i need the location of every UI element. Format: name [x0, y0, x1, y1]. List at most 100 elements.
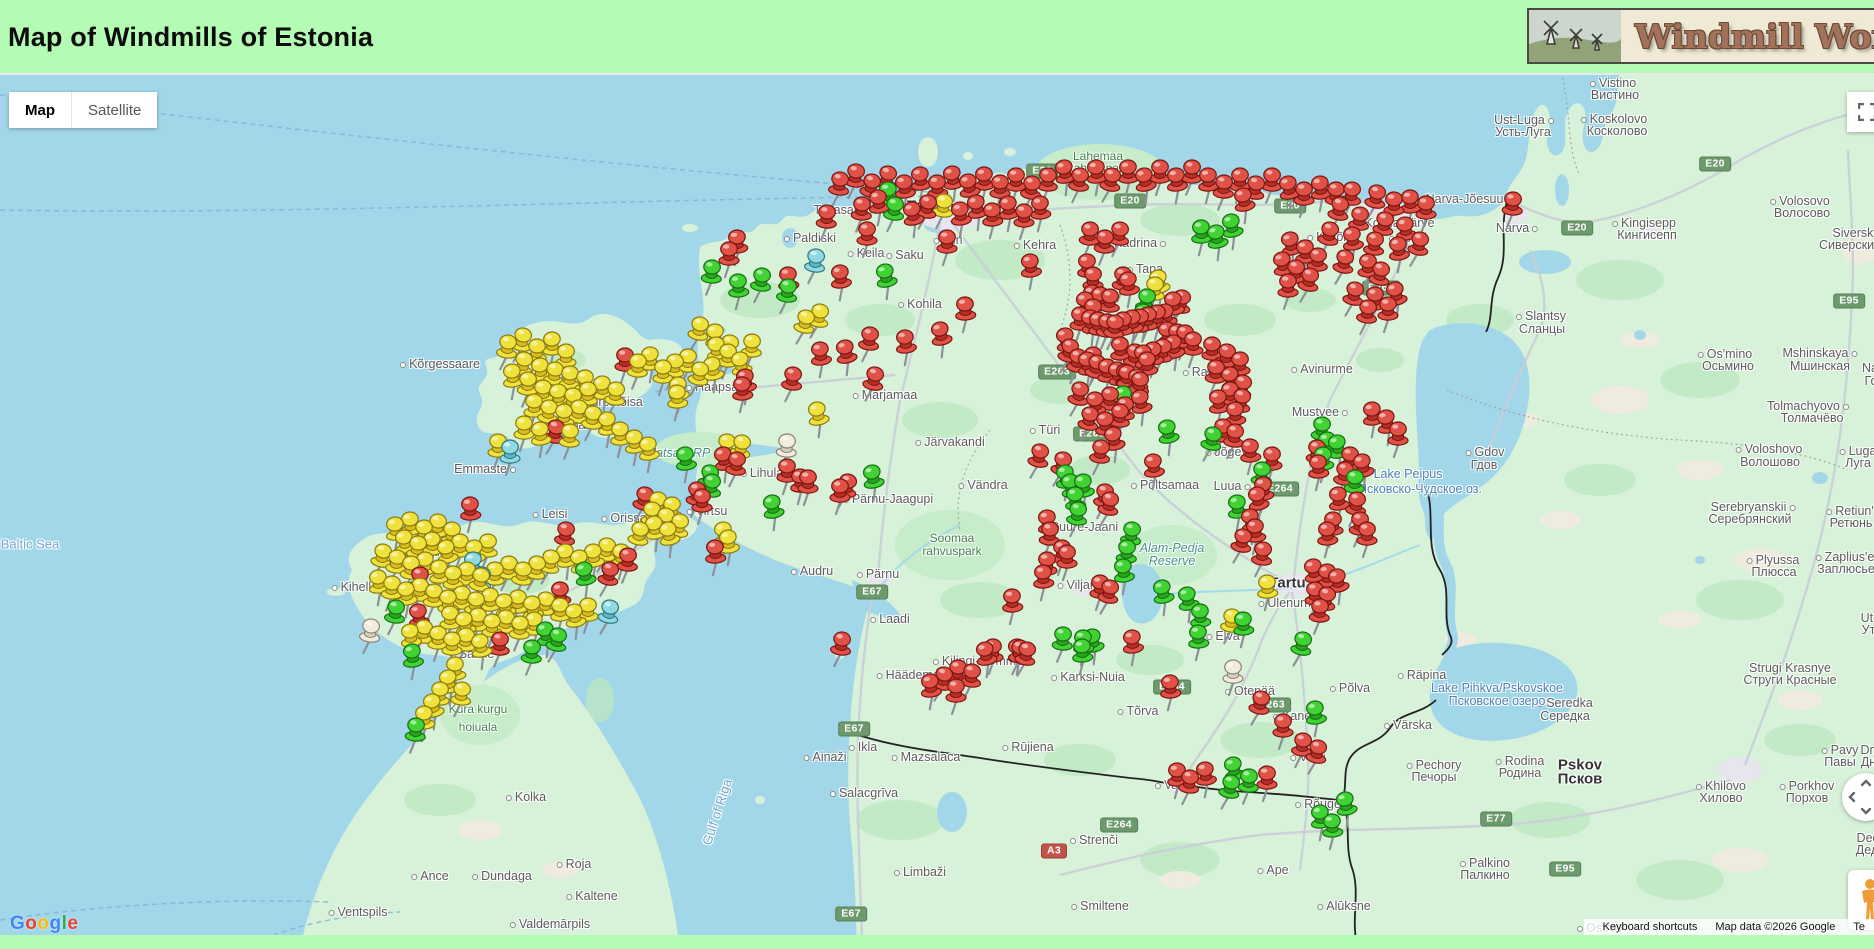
map-pin[interactable]: [1273, 714, 1293, 749]
map-pin[interactable]: [1121, 629, 1146, 666]
map-pin[interactable]: [1087, 439, 1112, 476]
map-pin[interactable]: [626, 353, 648, 389]
pan-rotate-control[interactable]: [1842, 773, 1874, 821]
map-pin[interactable]: [401, 643, 426, 680]
map-pin[interactable]: [578, 598, 598, 633]
map-pin[interactable]: [1093, 229, 1115, 265]
map-pin[interactable]: [1249, 541, 1274, 578]
map-pin[interactable]: [1187, 624, 1209, 660]
map-pin[interactable]: [802, 248, 827, 285]
map-pin[interactable]: [1057, 545, 1077, 580]
map-pin[interactable]: [1142, 453, 1167, 490]
map-pin[interactable]: [1378, 297, 1398, 332]
map-pin[interactable]: [1256, 574, 1278, 610]
map-pin[interactable]: [1316, 521, 1338, 557]
map-pin[interactable]: [779, 366, 804, 403]
map-pin[interactable]: [798, 470, 818, 505]
map-pin[interactable]: [1212, 174, 1234, 210]
map-pin[interactable]: [1289, 732, 1314, 769]
map-pin[interactable]: [1387, 236, 1412, 273]
map-pin[interactable]: [874, 262, 901, 300]
map-pin[interactable]: [1216, 773, 1243, 811]
map-pin[interactable]: [828, 631, 853, 668]
map-pin[interactable]: [809, 341, 834, 378]
map-pin[interactable]: [1032, 564, 1054, 600]
map-pin[interactable]: [500, 440, 520, 475]
map-pin[interactable]: [860, 365, 887, 403]
map-pin[interactable]: [954, 296, 976, 332]
map-pin[interactable]: [806, 400, 833, 438]
map-pin[interactable]: [1294, 182, 1314, 217]
map-pin[interactable]: [937, 230, 957, 265]
map-pin[interactable]: [1228, 527, 1255, 565]
map-pin[interactable]: [674, 446, 699, 483]
map-pin[interactable]: [1019, 253, 1044, 290]
satellite-button[interactable]: Satellite: [71, 92, 157, 128]
map-pin[interactable]: [1232, 611, 1254, 647]
map-pin[interactable]: [946, 679, 966, 714]
map-pin[interactable]: [1237, 768, 1259, 804]
map-pin[interactable]: [692, 489, 712, 524]
map-pin[interactable]: [1501, 191, 1523, 227]
map-pin[interactable]: [1014, 204, 1034, 239]
map-pin[interactable]: [1278, 274, 1298, 309]
map-pin[interactable]: [1156, 418, 1183, 456]
map-pin[interactable]: [1075, 405, 1102, 443]
map-pin[interactable]: [1246, 689, 1273, 727]
map-pin[interactable]: [861, 463, 888, 501]
map-pin[interactable]: [704, 539, 726, 575]
map-pin[interactable]: [1150, 160, 1170, 195]
map-canvas[interactable]: TallinnTartuPskovПсковNarvaTabasaluPaldi…: [0, 75, 1874, 935]
map-pin[interactable]: [774, 278, 799, 315]
map-pin[interactable]: [520, 639, 542, 675]
map-pin[interactable]: [1330, 248, 1357, 286]
map-pin[interactable]: [834, 338, 861, 376]
map-pin[interactable]: [826, 171, 851, 208]
map-pin[interactable]: [731, 376, 753, 412]
map-button[interactable]: Map: [9, 92, 71, 128]
map-pin[interactable]: [404, 717, 426, 753]
map-pin[interactable]: [856, 326, 881, 363]
map-pin[interactable]: [1304, 700, 1329, 737]
map-pin[interactable]: [357, 618, 382, 655]
map-pin[interactable]: [666, 384, 688, 420]
map-pin[interactable]: [1071, 638, 1093, 674]
map-pin[interactable]: [815, 204, 837, 240]
map-pin[interactable]: [929, 320, 956, 358]
map-pin[interactable]: [1416, 196, 1436, 231]
map-pin[interactable]: [981, 202, 1003, 238]
map-pin[interactable]: [894, 329, 919, 366]
map-pin[interactable]: [829, 264, 854, 301]
map-pin[interactable]: [1025, 442, 1052, 480]
windmill-world-banner[interactable]: Windmill World: [1527, 8, 1874, 64]
map-pin[interactable]: [595, 598, 622, 636]
map-pin[interactable]: [830, 479, 850, 514]
map-pin[interactable]: [1117, 271, 1142, 308]
map-pin[interactable]: [1029, 195, 1051, 231]
map-pin[interactable]: [857, 222, 877, 257]
map-pin[interactable]: [1223, 660, 1243, 695]
map-pin[interactable]: [727, 273, 749, 309]
map-pin[interactable]: [700, 259, 722, 295]
map-pin[interactable]: [1257, 766, 1277, 801]
map-pin[interactable]: [1151, 578, 1178, 616]
map-pin[interactable]: [1308, 598, 1330, 634]
map-pin[interactable]: [1051, 626, 1073, 662]
map-pin[interactable]: [1159, 674, 1181, 710]
keyboard-shortcuts-link[interactable]: Keyboard shortcuts: [1594, 921, 1707, 933]
fullscreen-button[interactable]: [1847, 92, 1874, 132]
terms-link[interactable]: Te: [1844, 921, 1874, 933]
map-pin[interactable]: [1357, 522, 1377, 557]
map-pin[interactable]: [1307, 454, 1329, 490]
map-pin[interactable]: [1288, 630, 1315, 668]
map-pin[interactable]: [459, 496, 481, 532]
map-pin[interactable]: [1321, 813, 1343, 849]
map-pin[interactable]: [791, 308, 818, 346]
map-pin[interactable]: [637, 436, 662, 473]
map-pin[interactable]: [1183, 332, 1203, 367]
map-pin[interactable]: [761, 493, 788, 531]
map-pin[interactable]: [748, 267, 773, 304]
map-pin[interactable]: [558, 423, 580, 459]
google-logo[interactable]: Google: [10, 913, 78, 935]
map-pin[interactable]: [1001, 588, 1023, 624]
